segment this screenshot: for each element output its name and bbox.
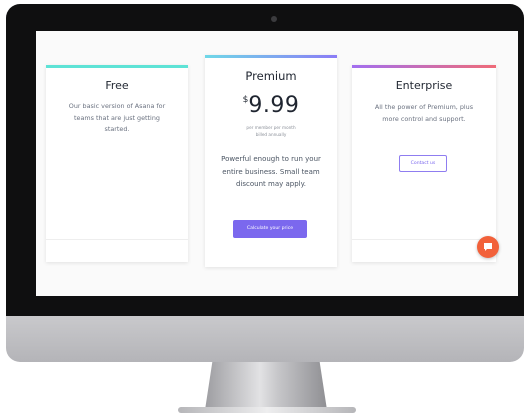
plan-card-premium: Premium $9.99 per member per month bille… xyxy=(205,55,337,267)
browser-screen: Free Our basic version of Asana for team… xyxy=(36,31,518,296)
contact-us-button[interactable]: Contact us xyxy=(399,155,447,172)
plan-title-free: Free xyxy=(105,79,129,92)
plan-accent-bar-enterprise xyxy=(352,65,496,68)
monitor-stand-base xyxy=(178,407,356,413)
monitor-chin xyxy=(6,316,524,362)
price-note-per-member: per member per month xyxy=(246,125,296,130)
plan-card-free: Free Our basic version of Asana for team… xyxy=(46,65,188,262)
camera-icon xyxy=(271,16,277,22)
plan-title-premium: Premium xyxy=(245,69,297,83)
plan-accent-bar-free xyxy=(46,65,188,68)
currency-symbol: $ xyxy=(242,95,249,105)
plan-card-enterprise: Enterprise All the power of Premium, plu… xyxy=(352,65,496,262)
calculate-price-button[interactable]: Calculate your price xyxy=(233,220,307,238)
plan-description-enterprise: All the power of Premium, plus more cont… xyxy=(374,103,474,123)
plan-description-free: Our basic version of Asana for teams tha… xyxy=(68,102,166,133)
monitor-frame: Free Our basic version of Asana for team… xyxy=(6,4,524,316)
chat-bubble-button[interactable] xyxy=(477,236,499,258)
plan-accent-bar-premium xyxy=(205,55,337,58)
price-note-billing: billed annually xyxy=(255,132,287,137)
plan-title-enterprise: Enterprise xyxy=(395,79,453,92)
plan-price: $9.99 xyxy=(205,93,337,118)
plan-description-premium: Powerful enough to run your entire busin… xyxy=(221,155,321,188)
card-divider xyxy=(352,239,496,240)
chat-icon xyxy=(484,243,492,251)
card-divider xyxy=(46,239,188,240)
price-amount: 9.99 xyxy=(248,93,300,118)
monitor-stand xyxy=(205,362,327,410)
